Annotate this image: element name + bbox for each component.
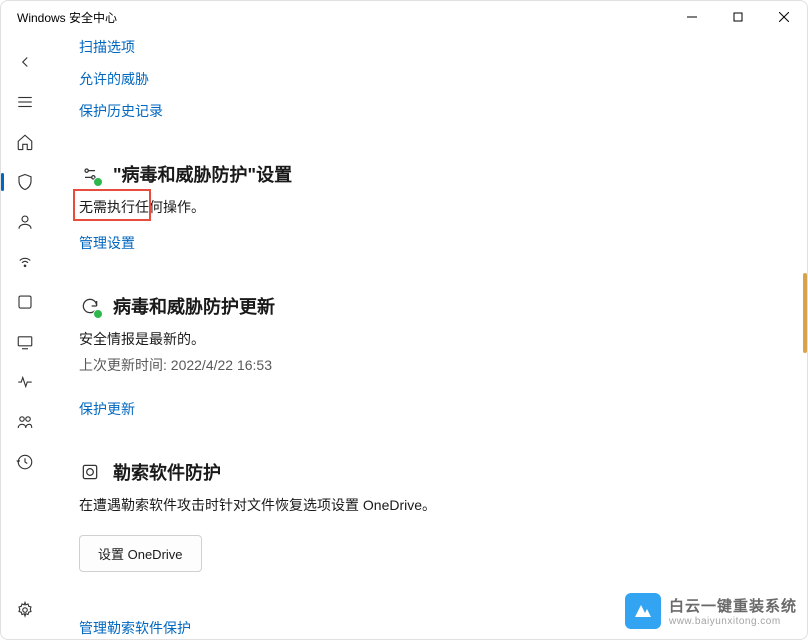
virus-updates-desc: 安全情报是最新的。: [79, 329, 777, 349]
sidebar-item-firewall[interactable]: [1, 243, 49, 281]
status-ok-badge: [93, 309, 103, 319]
sidebar: [1, 33, 49, 639]
ransomware-icon: [79, 461, 101, 483]
home-icon: [16, 133, 34, 151]
wifi-icon: [16, 253, 34, 271]
top-links: 扫描选项 允许的威胁 保护历史记录: [79, 37, 777, 121]
watermark-title: 白云一键重装系统: [669, 595, 797, 616]
watermark-url: www.baiyunxitong.com: [669, 616, 797, 627]
setup-onedrive-button[interactable]: 设置 OneDrive: [79, 535, 202, 572]
ransomware-title: 勒索软件防护: [113, 459, 221, 485]
status-ok-badge: [93, 177, 103, 187]
sidebar-item-settings[interactable]: [1, 591, 49, 629]
hamburger-icon: [16, 93, 34, 111]
sidebar-item-home[interactable]: [1, 123, 49, 161]
sidebar-item-family[interactable]: [1, 403, 49, 441]
manage-settings-link[interactable]: 管理设置: [79, 233, 135, 253]
virus-settings-title: "病毒和威胁防护"设置: [113, 161, 292, 187]
monitor-icon: [16, 333, 34, 351]
main-content: 扫描选项 允许的威胁 保护历史记录 "病毒和威胁防护"设置 无需执行任何操作。 …: [49, 33, 807, 639]
close-icon: [779, 12, 789, 22]
scan-options-link[interactable]: 扫描选项: [79, 37, 777, 57]
scrollbar[interactable]: [803, 273, 807, 353]
account-icon: [16, 213, 34, 231]
minimize-button[interactable]: [669, 1, 715, 33]
window-controls: [669, 1, 807, 33]
virus-settings-desc: 无需执行任何操作。: [79, 197, 777, 217]
allowed-threats-link[interactable]: 允许的威胁: [79, 69, 777, 89]
ransomware-desc: 在遭遇勒索软件攻击时针对文件恢复选项设置 OneDrive。: [79, 495, 777, 515]
heart-icon: [16, 373, 34, 391]
back-button[interactable]: [1, 43, 49, 81]
sidebar-item-app-browser[interactable]: [1, 283, 49, 321]
sidebar-item-history[interactable]: [1, 443, 49, 481]
menu-button[interactable]: [1, 83, 49, 121]
watermark-logo: [625, 593, 661, 629]
maximize-icon: [733, 12, 743, 22]
window-title: Windows 安全中心: [17, 9, 117, 26]
minimize-icon: [687, 12, 697, 22]
titlebar: Windows 安全中心: [1, 1, 807, 33]
sidebar-item-device-security[interactable]: [1, 323, 49, 361]
refresh-icon: [79, 295, 101, 317]
gear-icon: [16, 601, 34, 619]
back-arrow-icon: [16, 53, 34, 71]
manage-ransomware-link[interactable]: 管理勒索软件保护: [79, 618, 191, 638]
virus-updates-title: 病毒和威胁防护更新: [113, 293, 275, 319]
watermark: 白云一键重装系统 www.baiyunxitong.com: [625, 593, 797, 629]
protection-history-link[interactable]: 保护历史记录: [79, 101, 777, 121]
virus-updates-section: 病毒和威胁防护更新 安全情报是最新的。 上次更新时间: 2022/4/22 16…: [79, 293, 777, 419]
shield-icon: [16, 173, 34, 191]
virus-settings-section: "病毒和威胁防护"设置 无需执行任何操作。 管理设置: [79, 161, 777, 253]
virus-updates-lastupdate: 上次更新时间: 2022/4/22 16:53: [79, 355, 777, 375]
close-button[interactable]: [761, 1, 807, 33]
family-icon: [16, 413, 34, 431]
settings-shield-icon: [79, 163, 101, 185]
sidebar-item-virus-protection[interactable]: [1, 163, 49, 201]
protection-update-link[interactable]: 保护更新: [79, 399, 135, 419]
history-icon: [16, 453, 34, 471]
sidebar-item-device-performance[interactable]: [1, 363, 49, 401]
maximize-button[interactable]: [715, 1, 761, 33]
sidebar-item-account[interactable]: [1, 203, 49, 241]
app-icon: [16, 293, 34, 311]
